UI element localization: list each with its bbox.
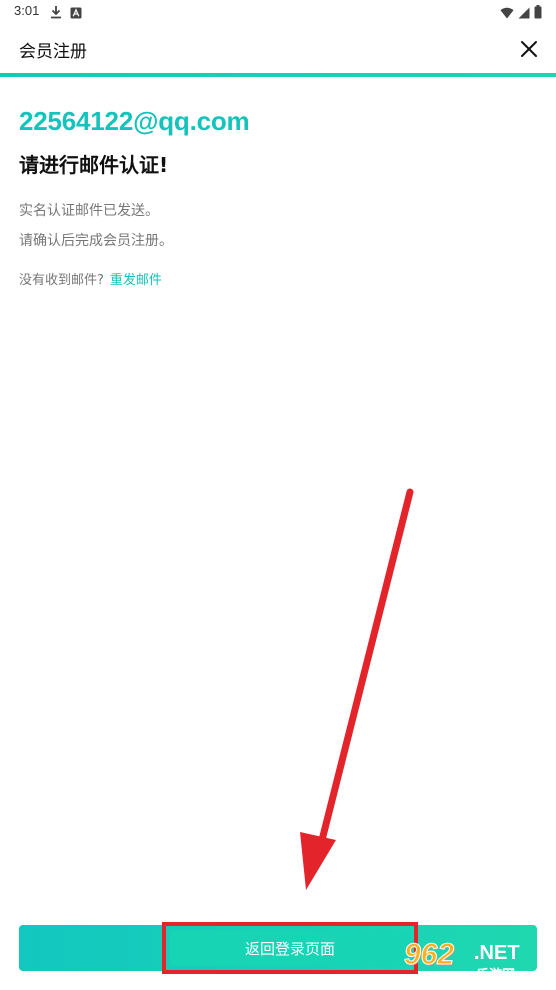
description-line-1: 实名认证邮件已发送。: [19, 203, 159, 219]
watermark-logo: 962 .NET 乐游网: [398, 938, 550, 986]
resend-row: 没有收到邮件? 重发邮件: [19, 269, 162, 288]
signal-icon: [518, 4, 530, 23]
resend-email-link[interactable]: 重发邮件: [110, 269, 162, 288]
wifi-icon: [500, 4, 514, 23]
watermark-net: .NET: [474, 942, 520, 964]
battery-icon: [534, 4, 542, 23]
status-time: 3:01: [14, 3, 40, 18]
close-button[interactable]: [514, 34, 544, 64]
annotation-highlight-box: [162, 922, 418, 974]
status-left-icons: [50, 4, 82, 23]
notification-a-icon: [70, 4, 82, 23]
page-title: 会员注册: [19, 42, 87, 62]
description-line-2: 请确认后完成会员注册。: [19, 233, 173, 249]
verification-headline: 请进行邮件认证!: [19, 153, 169, 177]
close-icon: [521, 41, 537, 57]
watermark-site-name: 乐游网: [476, 968, 516, 983]
email-address: 22564122@qq.com: [19, 106, 250, 136]
app-bar: 会员注册: [0, 24, 556, 74]
watermark-number: 962: [403, 938, 455, 972]
header-accent-line: [0, 73, 556, 77]
not-received-label: 没有收到邮件?: [19, 273, 104, 288]
status-right-icons: [500, 4, 542, 23]
status-bar: 3:01: [0, 0, 556, 24]
download-icon: [50, 4, 62, 23]
